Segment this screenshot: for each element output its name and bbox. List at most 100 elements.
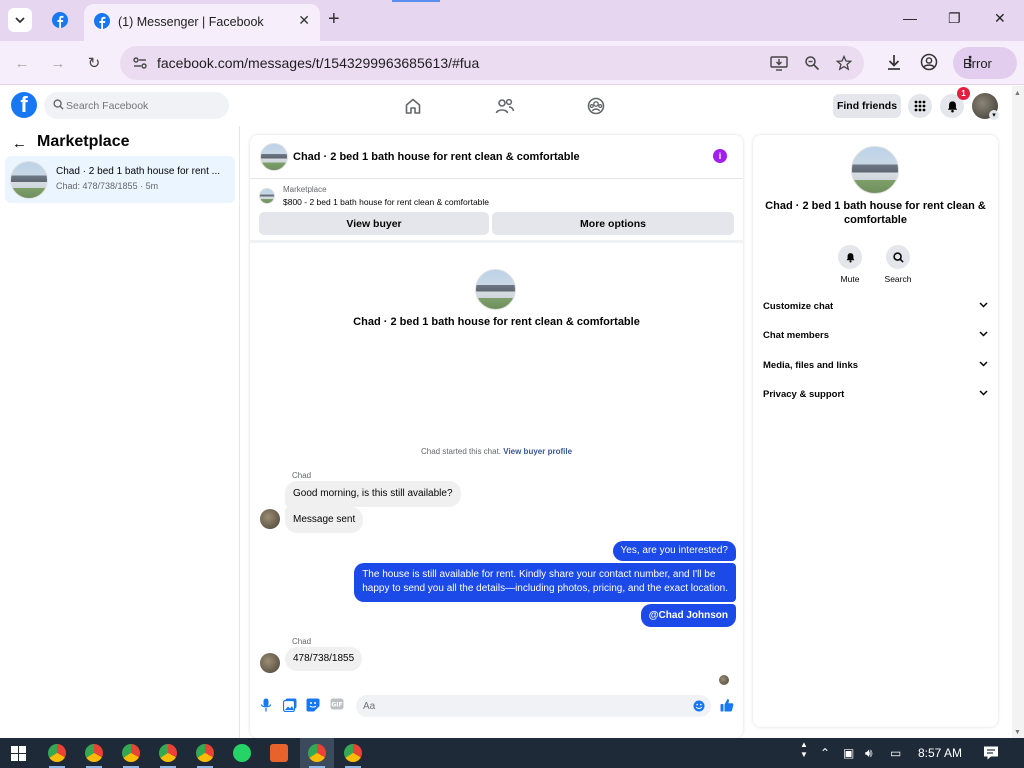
back-icon[interactable]: ← <box>12 53 32 73</box>
privacy-support-row[interactable]: Privacy & support <box>763 386 988 406</box>
window-close-icon[interactable]: ✕ <box>994 10 1006 27</box>
show-hidden-icons-icon[interactable]: ⌃ <box>820 746 830 760</box>
reload-icon[interactable]: ↻ <box>84 53 104 73</box>
conversation-avatar[interactable] <box>260 143 288 171</box>
download-icon[interactable] <box>885 53 903 71</box>
outgoing-mention-message[interactable]: @Chad Johnson <box>640 604 736 627</box>
message-input[interactable] <box>363 695 683 717</box>
listing-thumbnail <box>10 161 48 199</box>
url-text: facebook.com/messages/t/1543299963685613… <box>157 55 480 71</box>
install-app-icon[interactable] <box>770 55 788 71</box>
pinned-tab-facebook[interactable] <box>48 8 72 32</box>
page-scrollbar[interactable]: ▲ ▼ <box>1012 86 1024 738</box>
mute-circle <box>838 245 862 269</box>
facebook-icon <box>52 12 68 28</box>
grid-menu-icon <box>914 100 926 112</box>
site-settings-icon <box>133 57 147 69</box>
chrome-icon[interactable] <box>344 744 362 762</box>
sender-avatar[interactable] <box>260 509 280 529</box>
view-buyer-profile-link[interactable]: View buyer profile <box>503 447 572 456</box>
tray-scroll-arrows[interactable]: ▲ ▼ <box>800 740 808 760</box>
facebook-logo-icon[interactable]: f <box>11 92 37 118</box>
windows-start-icon[interactable] <box>11 746 26 761</box>
sender-avatar[interactable] <box>260 653 280 673</box>
chevron-down-icon <box>979 390 988 396</box>
kebab-menu-icon[interactable]: ⋮ <box>963 53 1007 70</box>
conversation-title[interactable]: Chad · 2 bed 1 bath house for rent clean… <box>293 151 580 163</box>
chat-members-row[interactable]: Chat members <box>763 327 988 347</box>
find-friends-button[interactable]: Find friends <box>833 94 901 118</box>
chevron-down-icon <box>15 16 25 23</box>
zoom-icon[interactable] <box>804 55 820 71</box>
profile-error-button[interactable]: Error ⋮ <box>953 47 1017 79</box>
scroll-up-icon[interactable]: ▲ <box>1014 90 1021 97</box>
groups-icon[interactable] <box>587 97 605 115</box>
chat-started-text: Chad started this chat. <box>420 447 502 456</box>
bookmark-star-icon[interactable] <box>836 55 852 71</box>
listing-text[interactable]: $800 - 2 bed 1 bath house for rent clean… <box>283 197 489 207</box>
chat-list-item[interactable]: Chad · 2 bed 1 bath house for rent ... C… <box>5 156 235 203</box>
search-input[interactable] <box>66 92 221 119</box>
chrome-icon[interactable] <box>159 744 177 762</box>
search-icon <box>892 251 904 263</box>
restore-icon[interactable]: ❐ <box>948 10 961 27</box>
speaker-icon[interactable]: 🔊︎ <box>865 746 873 761</box>
view-buyer-button[interactable]: View buyer <box>259 212 489 235</box>
chrome-icon[interactable] <box>48 744 66 762</box>
chrome-icon[interactable] <box>308 744 326 762</box>
mute-button[interactable]: Mute <box>830 245 870 284</box>
new-tab-button[interactable]: + <box>328 9 340 29</box>
network-icon[interactable]: ▭ <box>890 746 901 760</box>
info-icon[interactable]: i <box>713 149 727 163</box>
sticker-icon[interactable] <box>306 698 320 712</box>
incoming-message[interactable]: Good morning, is this still available? <box>285 481 461 507</box>
whatsapp-icon[interactable] <box>233 744 251 762</box>
microphone-icon[interactable] <box>260 698 272 712</box>
profile-icon[interactable] <box>920 53 938 71</box>
emoji-icon[interactable] <box>693 700 705 712</box>
incoming-message[interactable]: Message sent <box>285 507 364 533</box>
thumbs-up-icon[interactable] <box>720 698 734 712</box>
chrome-icon[interactable] <box>122 744 140 762</box>
chevron-down-icon: ▾ <box>989 110 999 120</box>
minimize-icon[interactable]: — <box>903 10 917 26</box>
audio-app-icon[interactable] <box>270 744 288 762</box>
details-avatar[interactable] <box>851 146 899 194</box>
menu-grid-button[interactable] <box>908 94 932 118</box>
search-circle <box>886 245 910 269</box>
outgoing-message[interactable]: The house is still available for rent. K… <box>354 563 736 602</box>
media-files-links-row[interactable]: Media, files and links <box>763 357 988 377</box>
sender-name: Chad <box>292 637 312 646</box>
notification-center-icon[interactable] <box>983 745 999 761</box>
device-icon[interactable]: ▣ <box>843 746 854 760</box>
facebook-search[interactable] <box>44 92 229 119</box>
clock[interactable]: 8:57 AM <box>918 746 962 760</box>
more-options-button[interactable]: More options <box>492 212 734 235</box>
search-conversation-button[interactable]: Search <box>878 245 918 284</box>
outgoing-message-line: happy to send you all the details—includ… <box>362 582 728 594</box>
thread-title: Chad · 2 bed 1 bath house for rent clean… <box>353 316 640 328</box>
home-icon[interactable] <box>404 97 422 115</box>
tab-title: (1) Messenger | Facebook <box>118 15 264 29</box>
outgoing-message[interactable]: Yes, are you interested? <box>612 541 736 561</box>
message-composer[interactable] <box>356 695 711 717</box>
scroll-down-icon[interactable]: ▼ <box>1014 729 1021 736</box>
chat-started-notice: Chad started this chat. View buyer profi… <box>250 447 743 456</box>
forward-icon[interactable]: → <box>48 53 68 73</box>
chat-item-preview: Chad: 478/738/1855 · 5m <box>56 181 159 191</box>
chrome-icon[interactable] <box>85 744 103 762</box>
tab-search-button[interactable] <box>8 8 32 32</box>
incoming-message[interactable]: 478/738/1855 <box>285 647 363 671</box>
back-arrow-icon[interactable]: ← <box>12 135 27 152</box>
bell-icon <box>846 252 854 263</box>
customize-chat-row[interactable]: Customize chat <box>763 298 988 318</box>
friends-icon[interactable] <box>495 97 515 115</box>
gif-icon[interactable]: GIF <box>330 698 344 710</box>
chrome-icon[interactable] <box>196 744 214 762</box>
chevron-down-icon <box>979 302 988 308</box>
close-icon[interactable]: ✕ <box>298 12 310 29</box>
photo-icon[interactable] <box>283 698 297 712</box>
search-icon <box>53 99 64 110</box>
omnibox[interactable]: facebook.com/messages/t/1543299963685613… <box>120 46 864 80</box>
active-tab[interactable]: (1) Messenger | Facebook ✕ <box>84 4 320 41</box>
